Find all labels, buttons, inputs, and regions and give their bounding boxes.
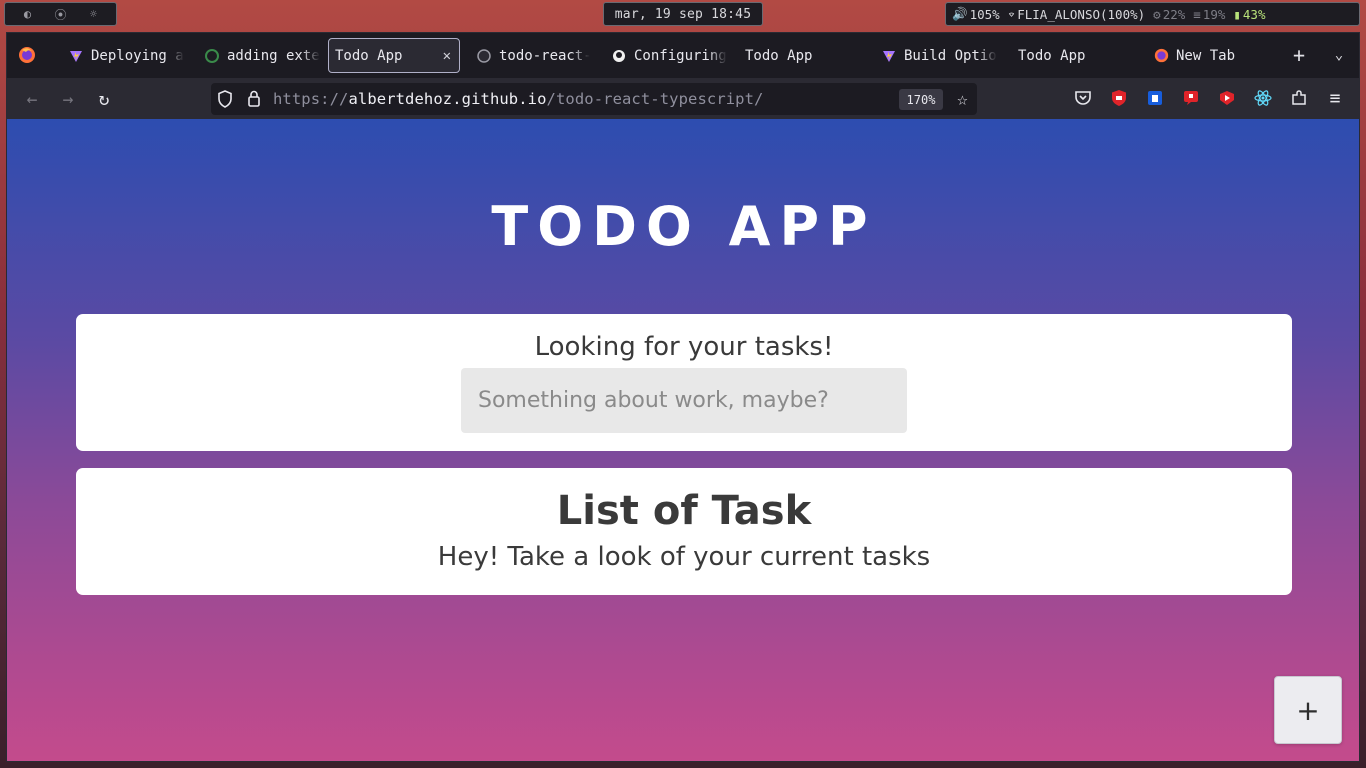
list-all-tabs-chevron-icon[interactable]: ⌄: [1327, 43, 1351, 67]
hamburger-menu-icon[interactable]: ≡: [1325, 88, 1345, 109]
tab-label: Build Optio: [904, 47, 997, 64]
tab-deploying[interactable]: Deploying a: [62, 38, 184, 73]
cpu-status: ⚙ 22%: [1153, 7, 1185, 22]
shield-icon[interactable]: [217, 90, 233, 112]
tab-label: adding exte: [227, 47, 320, 64]
volume-icon: 🔊: [952, 6, 968, 21]
tab-label: Todo App: [335, 47, 403, 64]
react-devtools-icon[interactable]: [1253, 88, 1273, 108]
lock-icon[interactable]: [247, 90, 261, 111]
task-list-subtitle: Hey! Take a look of your current tasks: [437, 542, 931, 572]
brightness-icon[interactable]: ☼: [88, 7, 100, 21]
task-list-card: List of Task Hey! Take a look of your cu…: [76, 468, 1292, 595]
bitwarden-icon[interactable]: [1145, 88, 1165, 108]
task-list-title: List of Task: [556, 488, 812, 534]
battery-status: ▮ 43%: [1233, 7, 1265, 22]
pocket-icon[interactable]: [1073, 88, 1093, 108]
vite-icon: [881, 48, 897, 64]
tab-label: Todo App: [745, 47, 813, 64]
wifi-icon: ⌔: [1007, 6, 1016, 22]
extensions-puzzle-icon[interactable]: [1289, 88, 1309, 108]
address-bar[interactable]: https://albertdehoz.github.io/todo-react…: [211, 83, 977, 115]
navigation-bar: ← → ↻ https://albertdehoz.github.io/todo…: [7, 78, 1359, 119]
url-scheme: https://: [273, 90, 349, 108]
tab-new-tab[interactable]: New Tab: [1147, 38, 1267, 73]
ublock-shield-icon[interactable]: [1109, 88, 1129, 108]
tab-configuring[interactable]: Configuring: [605, 38, 727, 73]
memory-value: 19%: [1202, 6, 1226, 22]
add-task-button[interactable]: +: [1274, 676, 1342, 744]
github-icon: [476, 48, 492, 64]
tab-todo-app-2[interactable]: Todo App: [739, 38, 849, 73]
github-icon: [611, 48, 627, 64]
github-icon: [204, 48, 220, 64]
battery-value: 43%: [1242, 6, 1266, 22]
url-host: albertdehoz.github.io: [348, 90, 547, 108]
workspace-1-icon[interactable]: ◐: [22, 7, 34, 21]
youtube-extension-icon[interactable]: [1217, 88, 1237, 108]
volume-status[interactable]: 🔊 105%: [952, 6, 1000, 22]
firefox-icon: [1153, 48, 1169, 64]
forward-arrow-icon[interactable]: →: [55, 86, 81, 112]
search-input[interactable]: [461, 368, 907, 433]
reload-icon[interactable]: ↻: [91, 86, 117, 112]
vite-icon: [68, 48, 84, 64]
volume-value: 105%: [969, 6, 1000, 22]
clock: mar, 19 sep 18:45: [603, 2, 763, 26]
workspace-indicator: ◐ ⦿ ☼: [4, 2, 117, 26]
tab-todo-react[interactable]: todo-react-: [470, 38, 590, 73]
cpu-value: 22%: [1162, 6, 1186, 22]
back-arrow-icon[interactable]: ←: [19, 86, 45, 112]
memory-status: ≡ 19%: [1193, 7, 1225, 22]
tab-bar: Deploying a adding exte Todo App ✕ todo-…: [7, 33, 1359, 78]
status-tray: 🔊 105% ⌔ FLIA_ALONSO(100%) ⚙ 22% ≡ 19% ▮ 43%: [945, 2, 1360, 26]
search-heading: Looking for your tasks!: [534, 332, 834, 362]
tab-label: New Tab: [1176, 47, 1236, 64]
tab-todo-app-3[interactable]: Todo App: [1012, 38, 1122, 73]
browser-window: Deploying a adding exte Todo App ✕ todo-…: [6, 32, 1360, 762]
firefox-menu-icon[interactable]: [15, 43, 39, 67]
page-title: TODO APP: [491, 195, 877, 258]
cpu-icon: ⚙: [1153, 6, 1161, 22]
tab-label: Configuring: [634, 47, 727, 64]
workspace-2-icon[interactable]: ⦿: [55, 8, 67, 22]
page-viewport: TODO APP Looking for your tasks! List of…: [7, 119, 1359, 761]
new-tab-plus-icon[interactable]: +: [1287, 43, 1311, 67]
bookmark-star-icon[interactable]: ☆: [957, 89, 968, 110]
close-tab-icon[interactable]: ✕: [443, 48, 451, 64]
tab-label: Deploying a: [91, 47, 184, 64]
search-card: Looking for your tasks!: [76, 314, 1292, 451]
tab-todo-app-active[interactable]: Todo App ✕: [328, 38, 460, 73]
memory-icon: ≡: [1193, 6, 1201, 22]
battery-icon: ▮: [1233, 6, 1241, 22]
wifi-status[interactable]: ⌔ FLIA_ALONSO(100%): [1008, 7, 1145, 22]
dislike-extension-icon[interactable]: [1181, 88, 1201, 108]
tab-adding-ext[interactable]: adding exte: [198, 38, 320, 73]
tab-build-options[interactable]: Build Optio: [875, 38, 997, 73]
url-path: /todo-react-typescript/: [546, 90, 764, 108]
tab-label: todo-react-: [499, 47, 590, 64]
wifi-value: FLIA_ALONSO(100%): [1017, 6, 1146, 22]
zoom-level-badge[interactable]: 170%: [899, 89, 943, 110]
url-text[interactable]: https://albertdehoz.github.io/todo-react…: [273, 90, 763, 108]
tab-label: Todo App: [1018, 47, 1086, 64]
system-bar: ◐ ⦿ ☼ mar, 19 sep 18:45 🔊 105% ⌔ FLIA_ALON…: [0, 0, 1366, 28]
